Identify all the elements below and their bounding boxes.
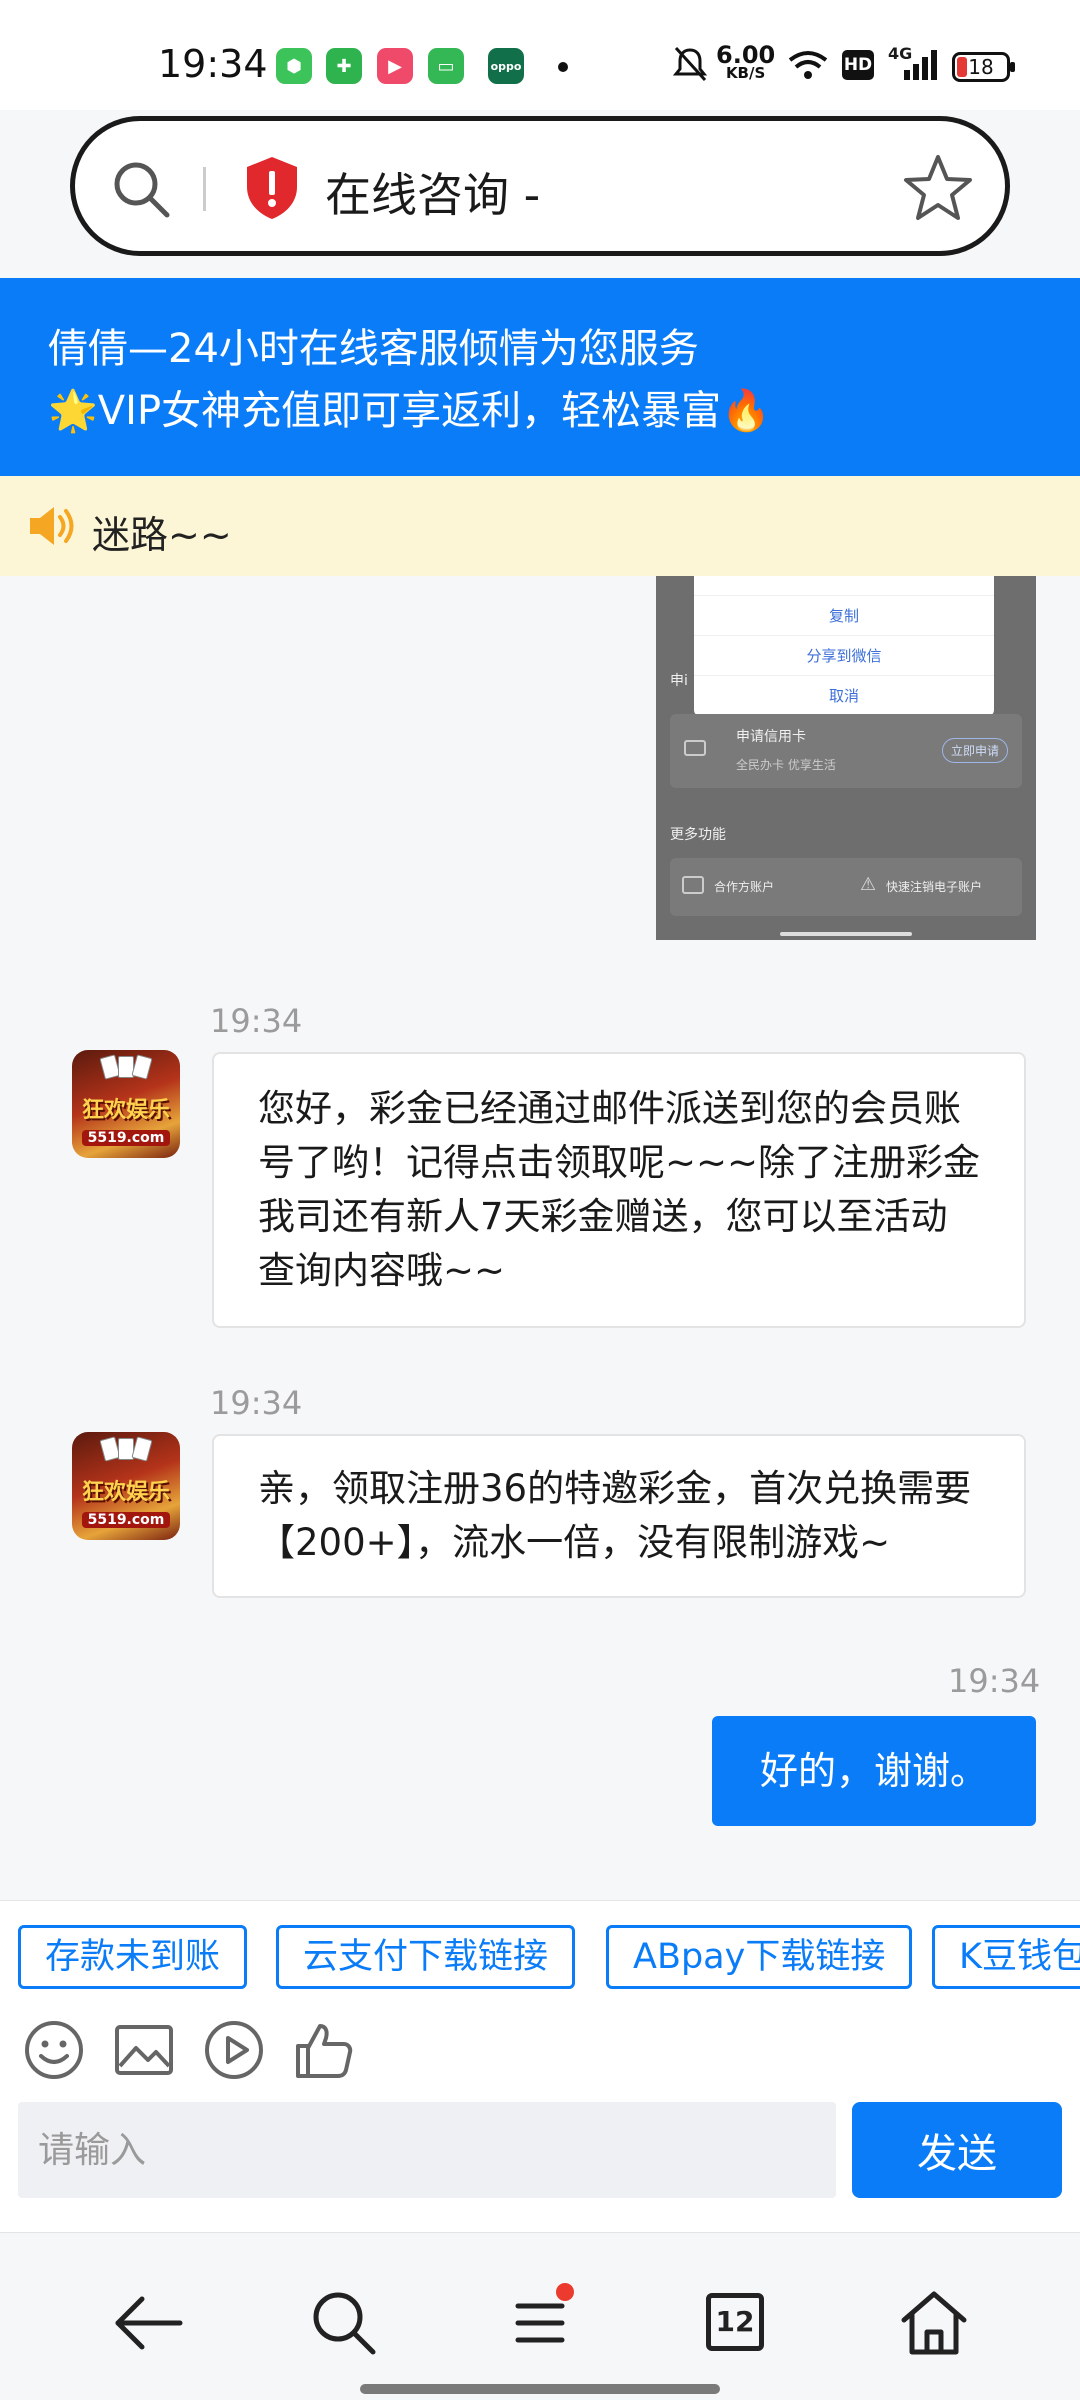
popup-top-edge [694,576,994,596]
message-input-row: 发送 [0,2100,1080,2232]
url-field[interactable]: 在线咨询 - [70,116,1010,256]
tabs-button[interactable]: 12 [696,2283,776,2363]
announcement-text: 迷路~~ [92,513,232,557]
quick-reply-cloudpay[interactable]: 云支付下载链接 [276,1925,576,1989]
agent-avatar[interactable]: 狂欢娱乐 5519.com [72,1432,180,1540]
avatar-card-icon [131,1054,153,1080]
popup-item-share: 分享到微信 [694,636,994,676]
back-button[interactable] [108,2283,188,2363]
screenshot-func-1: 合作方账户 [714,880,775,894]
search-icon [313,2292,376,2355]
search-icon[interactable] [109,157,173,221]
battery-icon: 18 [952,52,1015,82]
network-speed-value: 6.00 [716,41,776,69]
oppo-icon: oppo [488,48,524,84]
app-green-icon: ⬢ [276,48,312,84]
status-bar: 19:34 ⬢ ✚ ▶ ▭ oppo 6.00 KB/S HD 4G 18 [0,0,1080,110]
chat-messages[interactable]: 复制 分享到微信 取消 申i 申请信用卡 全民办卡 优享生活 立即申请 更多功能… [0,576,1080,1900]
quick-replies[interactable]: 存款未到账 云支付下载链接 ABpay下载链接 K豆钱包 [0,1900,1080,2000]
menu-notification-dot [556,2283,574,2301]
status-time: 19:34 [158,42,268,86]
chat-green-icon: ▭ [428,48,464,84]
screenshot-card-sub: 全民办卡 优享生活 [736,758,836,772]
screenshot-more-label: 更多功能 [670,827,726,843]
screenshot-popup-menu: 复制 分享到微信 取消 [694,576,994,716]
home-icon [901,2291,967,2355]
hd-badge: HD [842,50,874,80]
browser-bottom-nav: 12 [0,2232,1080,2400]
popup-item-cancel: 取消 [828,687,859,705]
agent-message-bubble[interactable]: 亲，领取注册36的特邀彩金，首次兑换需要【200+】，流水一倍，没有限制游戏~ [212,1434,1026,1598]
quick-reply-deposit[interactable]: 存款未到账 [18,1925,248,1989]
more-notifications-dot [558,62,568,72]
avatar-brand-text: 狂欢娱乐 [81,1480,170,1505]
chat-toolbar [0,2000,1080,2100]
account-icon [682,876,704,894]
banner-line-1: 倩倩—24小时在线客服倾情为您服务 [48,326,699,372]
page-title[interactable]: 在线咨询 - [325,159,540,225]
screenshot-card-title: 申请信用卡 [736,729,806,745]
home-indicator[interactable] [360,2384,720,2394]
avatar-brand-url: 5519.com [82,1130,170,1146]
send-button[interactable]: 发送 [852,2102,1062,2198]
message-timestamp: 19:34 [948,1662,1041,1700]
warning-icon: ⚠ [860,874,877,895]
screenshot-handle [780,932,912,936]
signal-icon [904,50,937,80]
avatar-brand-url: 5519.com [82,1512,170,1528]
speaker-icon [30,507,74,545]
home-button[interactable] [894,2283,974,2363]
banner-line-2: 🌟VIP女神充值即可享返利，轻松暴富🔥 [48,388,771,434]
menu-icon [515,2303,565,2343]
quick-reply-abpay[interactable]: ABpay下载链接 [606,1925,913,1989]
mute-icon [672,46,708,82]
image-message-screenshot[interactable]: 复制 分享到微信 取消 申i 申请信用卡 全民办卡 优享生活 立即申请 更多功能… [656,576,1036,940]
card-icon [684,740,706,756]
battery-level: 18 [968,55,994,79]
my-message-bubble[interactable]: 好的，谢谢。 [712,1716,1036,1826]
agent-message-bubble[interactable]: 您好，彩金已经通过邮件派送到您的会员账号了哟！记得点击领取呢~~~除了注册彩金我… [212,1052,1026,1328]
message-timestamp: 19:34 [210,1384,303,1422]
screenshot-func-row: 合作方账户 ⚠ 快速注销电子账户 [670,858,1022,916]
screenshot-section-partial: 申i [670,673,688,689]
url-divider [203,167,206,211]
emoji-icon[interactable] [22,2018,86,2082]
screenshot-func-2: 快速注销电子账户 [886,880,983,894]
screenshot-card-row: 申请信用卡 全民办卡 优享生活 立即申请 [670,714,1022,788]
image-icon[interactable] [112,2018,176,2082]
search-button[interactable] [304,2283,384,2363]
announcement-bar: 迷路~~ [0,476,1080,576]
screenshot-card-button: 立即申请 [941,738,1008,763]
message-timestamp: 19:34 [210,1002,303,1040]
security-warning-icon[interactable] [243,155,301,221]
back-arrow-icon [115,2296,183,2350]
thumbs-up-icon[interactable] [292,2018,356,2082]
wifi-icon [788,51,828,79]
quick-reply-kdou[interactable]: K豆钱包 [932,1925,1080,1989]
shield-green-icon: ✚ [326,48,362,84]
video-red-icon: ▶ [377,48,413,84]
browser-address-bar: 在线咨询 - [0,110,1080,278]
avatar-brand-text: 狂欢娱乐 [81,1098,170,1123]
bookmark-star-icon[interactable] [901,151,975,225]
network-speed: 6.00 KB/S [716,41,776,82]
message-input[interactable] [18,2102,836,2198]
service-banner: 倩倩—24小时在线客服倾情为您服务 🌟VIP女神充值即可享返利，轻松暴富🔥 [0,278,1080,476]
popup-item-copy: 复制 [694,596,994,636]
menu-button[interactable] [500,2283,580,2363]
video-icon[interactable] [202,2018,266,2082]
avatar-card-icon [131,1436,153,1462]
agent-avatar[interactable]: 狂欢娱乐 5519.com [72,1050,180,1158]
tab-count-badge: 12 [706,2293,764,2351]
